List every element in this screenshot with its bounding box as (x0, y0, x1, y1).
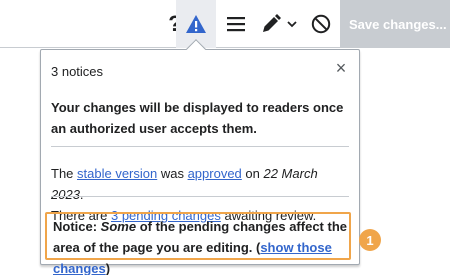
notices-popup: 3 notices × Your changes will be display… (40, 49, 360, 275)
notice-text: on (241, 166, 264, 181)
cancel-icon (311, 14, 331, 34)
approved-link[interactable]: approved (188, 166, 242, 181)
notice-review-required: Your changes will be displayed to reader… (51, 100, 344, 136)
pencil-icon (263, 14, 281, 32)
hamburger-menu-icon (227, 17, 245, 32)
notice-label: Notice: (53, 219, 101, 234)
notice-text: The (51, 166, 78, 181)
editor-toolbar: ? Save changes... (0, 0, 450, 48)
stable-version-link[interactable]: stable version (77, 166, 157, 181)
close-icon[interactable]: × (331, 58, 351, 78)
notice-text: ) (105, 261, 111, 275)
notices-count: 3 notices (51, 64, 104, 79)
notice-pending-area: Notice: Some of the pending changes affe… (53, 216, 347, 275)
highlighted-notice: Notice: Some of the pending changes affe… (45, 212, 351, 275)
notice-text: . (79, 187, 84, 202)
page-options-button[interactable] (222, 0, 250, 48)
callout-badge: 1 (359, 229, 381, 251)
save-changes-button[interactable]: Save changes... (340, 0, 450, 48)
editor-switch-button[interactable] (254, 0, 304, 48)
notice-text: was (157, 166, 188, 181)
chevron-down-icon (287, 21, 297, 28)
notice-emphasis: Some (100, 219, 137, 234)
alert-icon (186, 15, 206, 33)
popup-header: 3 notices × (41, 50, 359, 90)
cancel-button[interactable] (306, 0, 336, 48)
divider (51, 146, 349, 147)
divider (51, 196, 349, 197)
